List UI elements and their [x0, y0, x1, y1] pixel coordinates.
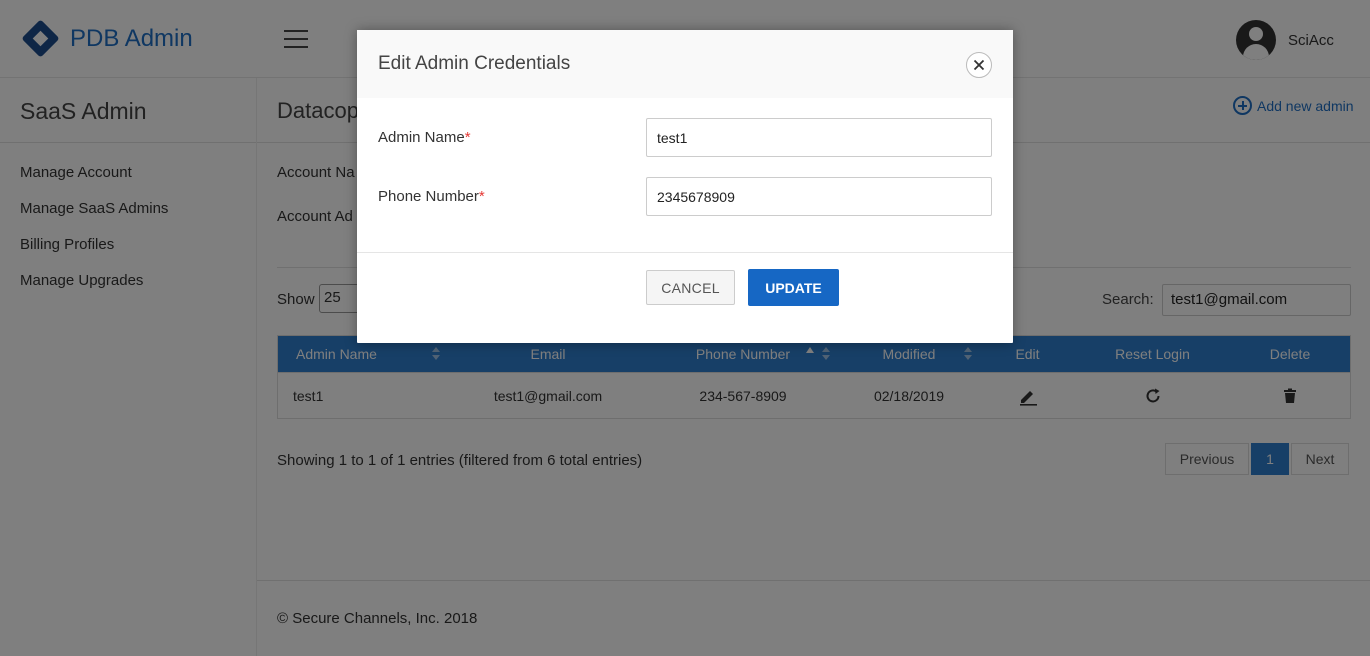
modal-title: Edit Admin Credentials: [378, 53, 571, 74]
admin-name-input[interactable]: [646, 118, 992, 157]
close-button[interactable]: [966, 52, 992, 78]
phone-number-input[interactable]: [646, 177, 992, 216]
required-mark: *: [464, 129, 471, 146]
modal-footer-divider: [357, 252, 1013, 253]
phone-number-label: Phone Number*: [378, 188, 485, 205]
modal-header: Edit Admin Credentials: [357, 30, 1013, 98]
cancel-button[interactable]: CANCEL: [646, 270, 735, 305]
update-button[interactable]: UPDATE: [748, 269, 839, 306]
close-icon: [973, 59, 985, 71]
admin-name-label: Admin Name*: [378, 129, 471, 146]
edit-admin-modal: Edit Admin Credentials Admin Name* Phone…: [357, 30, 1013, 343]
required-mark: *: [478, 188, 485, 205]
